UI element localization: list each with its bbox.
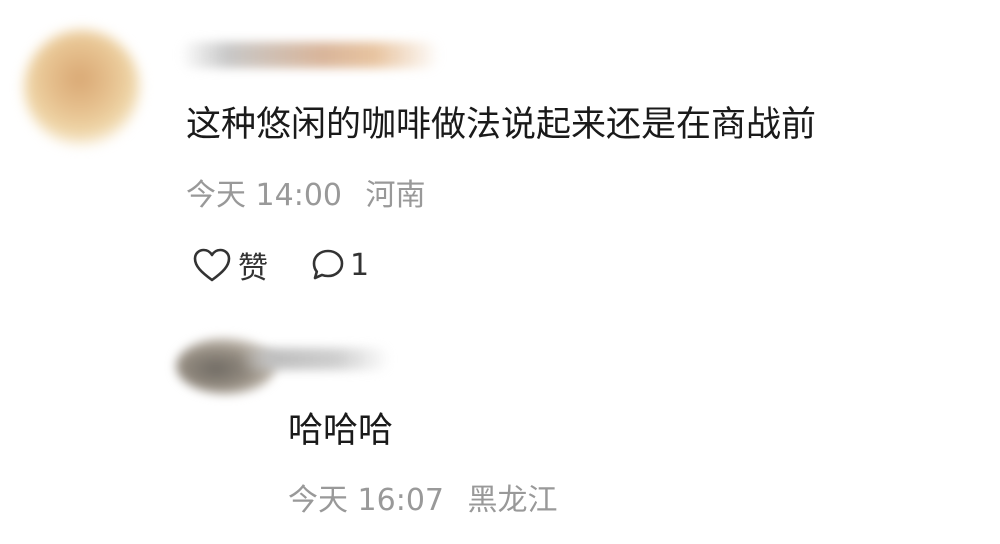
- comment-text: 这种悠闲的咖啡做法说起来还是在商战前: [186, 105, 817, 145]
- reply-location: 黑龙江: [467, 483, 558, 518]
- comment-actions: 赞 1: [192, 243, 369, 287]
- reply-text: 哈哈哈: [288, 411, 394, 451]
- reply-time: 今天 16:07: [288, 483, 444, 518]
- reply-button[interactable]: 1: [310, 247, 369, 283]
- like-label: 赞: [238, 251, 268, 286]
- comment-meta: 今天 14:00 河南: [186, 174, 426, 218]
- commenter-avatar[interactable]: [24, 30, 140, 146]
- heart-icon: [192, 247, 232, 283]
- reply-count: 1: [350, 247, 370, 283]
- speech-bubble-icon: [310, 247, 346, 283]
- commenter-name-blurred[interactable]: [180, 42, 440, 68]
- comment-time: 今天 14:00: [186, 178, 342, 213]
- reply-meta: 今天 16:07 黑龙江: [288, 479, 558, 523]
- like-button[interactable]: 赞: [192, 243, 268, 287]
- comment-location: 河南: [365, 178, 426, 213]
- replier-name-blurred[interactable]: [240, 348, 390, 370]
